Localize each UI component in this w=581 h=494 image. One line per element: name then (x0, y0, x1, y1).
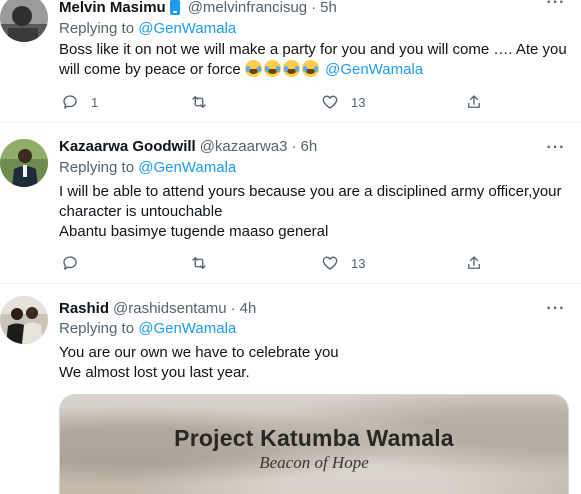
replying-to: Replying to @GenWamala (59, 320, 236, 337)
user-handle[interactable]: @kazaarwa3 (200, 138, 288, 155)
tweet-text-line: character is untouchable (59, 203, 223, 220)
face-with-tears-of-joy-icon (263, 60, 281, 77)
user-handle[interactable]: @rashidsentamu (113, 300, 227, 317)
reply-icon (63, 95, 77, 109)
more-horizontal-icon[interactable]: ··· (545, 0, 567, 12)
tweet-melvin-masimu[interactable]: Melvin Masimu @melvinfrancisug · 5h ··· … (0, 0, 581, 123)
share-icon (468, 256, 480, 269)
face-with-tears-of-joy-icon (301, 60, 319, 77)
media-subtitle: Beacon of Hope (259, 453, 369, 472)
replying-mention-link[interactable]: @GenWamala (138, 159, 236, 176)
tweet-actions: 1 13 (59, 92, 499, 112)
retweet-button[interactable] (190, 92, 220, 112)
face-with-tears-of-joy-icon (282, 60, 300, 77)
display-name[interactable]: Melvin Masimu (59, 0, 166, 16)
tweet-text: Boss like it on not we will make a party… (59, 40, 569, 80)
avatar[interactable] (0, 139, 48, 187)
tweet-rashid[interactable]: Rashid @rashidsentamu · 4h ··· Replying … (0, 284, 581, 494)
heart-icon (322, 256, 338, 270)
replying-prefix: Replying to (59, 320, 139, 337)
retweet-icon (192, 257, 206, 269)
like-count: 13 (351, 255, 366, 271)
replying-to: Replying to @GenWamala (59, 159, 236, 176)
face-with-tears-of-joy-icon (244, 60, 262, 77)
display-name[interactable]: Kazaarwa Goodwill (59, 138, 196, 155)
share-button[interactable] (465, 253, 483, 273)
display-name[interactable]: Rashid (59, 300, 109, 317)
like-count: 13 (351, 94, 366, 110)
replying-mention-link[interactable]: @GenWamala (138, 20, 236, 37)
tweet-actions: 13 (59, 253, 499, 273)
heart-icon (322, 95, 338, 109)
separator-dot: · (311, 0, 317, 16)
timestamp[interactable]: 5h (320, 0, 337, 16)
media-title: Project Katumba Wamala (174, 425, 454, 451)
separator-dot: · (291, 137, 297, 155)
tweet-text: You are our own we have to celebrate you… (59, 343, 569, 383)
like-button[interactable]: 13 (321, 92, 365, 112)
tweet-header: Kazaarwa Goodwill @kazaarwa3 · 6h (59, 136, 317, 156)
share-icon (468, 95, 480, 108)
user-handle[interactable]: @melvinfrancisug (188, 0, 307, 16)
share-button[interactable] (465, 92, 483, 112)
tweet-text-line: Abantu basimye tugende maaso general (59, 223, 329, 240)
tweet-header: Rashid @rashidsentamu · 4h (59, 298, 256, 318)
mention-link[interactable]: @GenWamala (325, 61, 423, 78)
avatar[interactable] (0, 296, 48, 344)
replying-prefix: Replying to (59, 20, 139, 37)
reply-button[interactable] (61, 253, 91, 273)
tweet-header: Melvin Masimu @melvinfrancisug · 5h (59, 0, 337, 17)
avatar[interactable] (0, 0, 48, 42)
retweet-button[interactable] (190, 253, 220, 273)
tweet-text-line: You are our own we have to celebrate you (59, 344, 339, 361)
reply-button[interactable]: 1 (61, 92, 98, 112)
phone-badge-icon (169, 0, 180, 15)
tweet-text: I will be able to attend yours because y… (59, 182, 569, 242)
more-horizontal-icon[interactable]: ··· (545, 140, 567, 157)
tweet-text-line: I will be able to attend yours because y… (59, 183, 562, 200)
replying-prefix: Replying to (59, 159, 139, 176)
media-image-card[interactable]: Project Katumba Wamala Beacon of Hope (59, 394, 569, 494)
tweet-text-line: We almost lost you last year. (59, 364, 250, 381)
timestamp[interactable]: 4h (240, 300, 257, 317)
tweet-text-line: Boss like it on not we will make a party… (59, 41, 567, 58)
reply-icon (63, 256, 77, 270)
reply-count: 1 (91, 94, 99, 110)
like-button[interactable]: 13 (321, 253, 365, 273)
more-horizontal-icon[interactable]: ··· (545, 301, 567, 318)
separator-dot: · (230, 299, 236, 317)
tweet-text-fragment: will come by peace or force (59, 61, 245, 78)
replying-mention-link[interactable]: @GenWamala (138, 320, 236, 337)
timestamp[interactable]: 6h (300, 138, 317, 155)
replying-to: Replying to @GenWamala (59, 20, 236, 37)
tweet-text-line: will come by peace or force @GenWamala (59, 60, 569, 80)
retweet-icon (192, 96, 206, 108)
tweet-kazaarwa-goodwill[interactable]: Kazaarwa Goodwill @kazaarwa3 · 6h ··· Re… (0, 123, 581, 284)
